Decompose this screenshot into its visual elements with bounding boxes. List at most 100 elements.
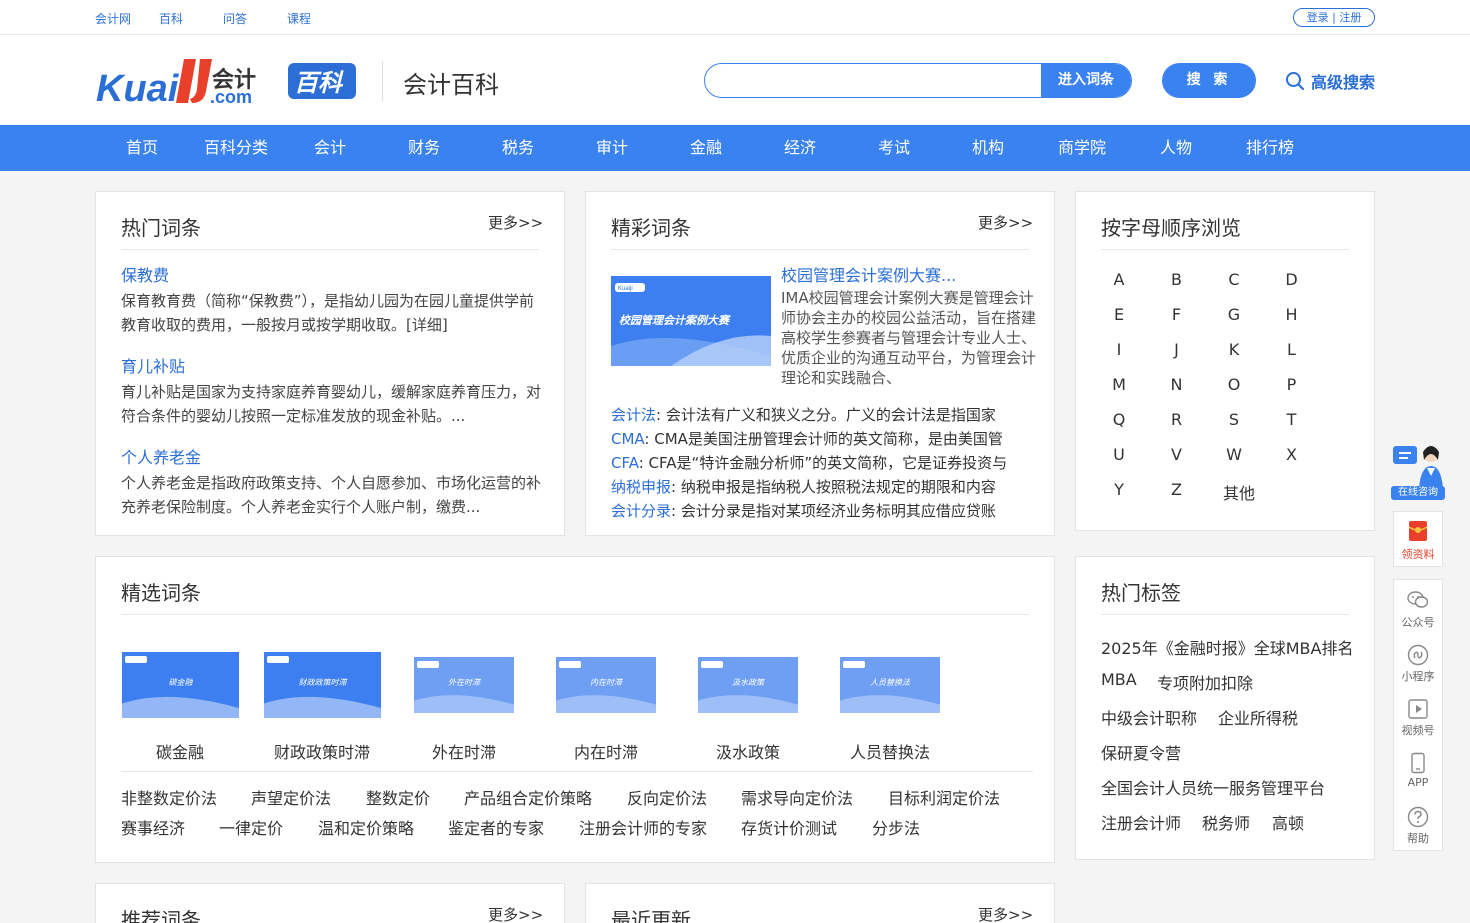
- hot-tag-link[interactable]: 企业所得税: [1218, 705, 1298, 729]
- kuaiji-logo[interactable]: Kuai 会计 .com 百科: [96, 55, 358, 107]
- entry-tag-link[interactable]: 存货计价测试: [741, 815, 837, 839]
- help-button[interactable]: 帮助: [1394, 802, 1442, 850]
- entry-tag-link[interactable]: 一律定价: [219, 815, 283, 839]
- entry-tag-link[interactable]: 产品组合定价策略: [464, 785, 592, 809]
- letter-link[interactable]: N: [1162, 375, 1192, 394]
- advanced-search-link[interactable]: 高级搜索: [1285, 69, 1375, 93]
- nav-finance[interactable]: 财务: [408, 125, 440, 171]
- hot-tag-link[interactable]: 注册会计师: [1101, 810, 1181, 834]
- nav-audit[interactable]: 审计: [596, 125, 628, 171]
- nav-business-school[interactable]: 商学院: [1058, 125, 1106, 171]
- entry-link[interactable]: 纳税申报: [611, 478, 671, 496]
- top-link-wenda[interactable]: 问答: [223, 10, 287, 27]
- letter-link[interactable]: U: [1104, 445, 1134, 464]
- hot-tag-link[interactable]: 中级会计职称: [1101, 705, 1197, 729]
- entry-thumbnail-label[interactable]: 碳金融: [120, 739, 240, 763]
- login-register-button[interactable]: 登录 | 注册: [1293, 8, 1375, 27]
- letter-link[interactable]: S: [1219, 410, 1249, 429]
- letter-link[interactable]: T: [1277, 410, 1307, 429]
- letter-link[interactable]: X: [1277, 445, 1307, 464]
- app-download-button[interactable]: APP: [1394, 748, 1442, 796]
- entry-thumbnail[interactable]: 外在时滞: [414, 657, 514, 717]
- hot-tag-link[interactable]: 2025年《金融时报》全球MBA排名: [1101, 635, 1353, 659]
- wechat-official-button[interactable]: 公众号: [1394, 586, 1442, 634]
- get-materials-widget[interactable]: 领资料: [1393, 511, 1443, 567]
- hot-entry-title[interactable]: 个人养老金: [121, 444, 541, 467]
- entry-tag-link[interactable]: 温和定价策略: [318, 815, 414, 839]
- entry-link[interactable]: CMA: [611, 430, 644, 448]
- letter-link[interactable]: P: [1277, 375, 1307, 394]
- feature-entry-title[interactable]: 校园管理会计案例大赛...: [781, 262, 956, 286]
- nav-tax[interactable]: 税务: [502, 125, 534, 171]
- hot-tag-link[interactable]: 高顿: [1272, 810, 1304, 834]
- letter-link[interactable]: B: [1162, 270, 1192, 289]
- entry-thumbnail-label[interactable]: 财政政策时滞: [262, 739, 382, 763]
- entry-tag-link[interactable]: 整数定价: [366, 785, 430, 809]
- recommend-more-link[interactable]: 更多>>: [488, 904, 543, 923]
- letter-link[interactable]: A: [1104, 270, 1134, 289]
- letter-link[interactable]: 其他: [1219, 480, 1259, 504]
- letter-link[interactable]: M: [1104, 375, 1134, 394]
- entry-thumbnail-label[interactable]: 人员替换法: [830, 739, 950, 763]
- letter-link[interactable]: I: [1104, 340, 1134, 359]
- mini-program-button[interactable]: 小程序: [1394, 640, 1442, 688]
- entry-thumbnail-label[interactable]: 外在时滞: [404, 739, 524, 763]
- entry-tag-link[interactable]: 需求导向定价法: [741, 785, 853, 809]
- nav-economy[interactable]: 经济: [784, 125, 816, 171]
- letter-link[interactable]: O: [1219, 375, 1249, 394]
- search-button[interactable]: 搜 索: [1162, 63, 1256, 98]
- letter-link[interactable]: Y: [1104, 480, 1134, 499]
- letter-link[interactable]: F: [1162, 305, 1192, 324]
- entry-tag-link[interactable]: 声望定价法: [251, 785, 331, 809]
- wonderful-entries-more-link[interactable]: 更多>>: [978, 212, 1033, 233]
- letter-link[interactable]: D: [1277, 270, 1307, 289]
- hot-entry-title[interactable]: 保教费: [121, 262, 541, 285]
- nav-exam[interactable]: 考试: [878, 125, 910, 171]
- entry-tag-link[interactable]: 反向定价法: [627, 785, 707, 809]
- letter-link[interactable]: V: [1162, 445, 1192, 464]
- entry-thumbnail[interactable]: 财政政策时滞: [263, 652, 381, 722]
- nav-people[interactable]: 人物: [1160, 125, 1192, 171]
- feature-entry-image[interactable]: Kuaiji 校园管理会计案例大赛: [611, 276, 771, 366]
- entry-thumbnail[interactable]: 内在时滞: [556, 657, 656, 717]
- hot-tag-link[interactable]: MBA: [1101, 670, 1137, 689]
- entry-link[interactable]: 会计法: [611, 406, 656, 424]
- nav-ranking[interactable]: 排行榜: [1246, 125, 1294, 171]
- letter-link[interactable]: C: [1219, 270, 1249, 289]
- nav-home[interactable]: 首页: [126, 125, 158, 171]
- letter-link[interactable]: Q: [1104, 410, 1134, 429]
- hot-entry-title[interactable]: 育儿补贴: [121, 353, 541, 376]
- recent-more-link[interactable]: 更多>>: [978, 904, 1033, 923]
- nav-accounting[interactable]: 会计: [314, 125, 346, 171]
- nav-banking[interactable]: 金融: [690, 125, 722, 171]
- top-link-baike[interactable]: 百科: [159, 10, 223, 27]
- entry-tag-link[interactable]: 鉴定者的专家: [448, 815, 544, 839]
- letter-link[interactable]: K: [1219, 340, 1249, 359]
- entry-thumbnail[interactable]: 人员替换法: [840, 657, 940, 717]
- letter-link[interactable]: L: [1277, 340, 1307, 359]
- search-input[interactable]: [705, 64, 1042, 97]
- entry-tag-link[interactable]: 赛事经济: [121, 815, 185, 839]
- top-link-kuaiji[interactable]: 会计网: [95, 10, 159, 27]
- entry-thumbnail-label[interactable]: 内在时滞: [546, 739, 666, 763]
- entry-tag-link[interactable]: 目标利润定价法: [888, 785, 1000, 809]
- letter-link[interactable]: E: [1104, 305, 1134, 324]
- letter-link[interactable]: R: [1162, 410, 1192, 429]
- hot-tag-link[interactable]: 税务师: [1202, 810, 1250, 834]
- hot-entries-more-link[interactable]: 更多>>: [488, 212, 543, 233]
- hot-tag-link[interactable]: 专项附加扣除: [1157, 670, 1253, 694]
- video-channel-button[interactable]: 视频号: [1394, 694, 1442, 742]
- letter-link[interactable]: W: [1219, 445, 1249, 464]
- enter-entry-button[interactable]: 进入词条: [1041, 64, 1131, 97]
- entry-tag-link[interactable]: 分步法: [872, 815, 920, 839]
- entry-tag-link[interactable]: 非整数定价法: [121, 785, 217, 809]
- entry-thumbnail-label[interactable]: 汲水政策: [688, 739, 808, 763]
- letter-link[interactable]: H: [1277, 305, 1307, 324]
- entry-link[interactable]: CFA: [611, 454, 639, 472]
- letter-link[interactable]: J: [1162, 340, 1192, 359]
- top-link-kecheng[interactable]: 课程: [287, 10, 351, 27]
- entry-tag-link[interactable]: 注册会计师的专家: [579, 815, 707, 839]
- online-consult-widget[interactable]: 在线咨询: [1391, 438, 1445, 500]
- entry-link[interactable]: 会计分录: [611, 502, 671, 520]
- nav-institution[interactable]: 机构: [972, 125, 1004, 171]
